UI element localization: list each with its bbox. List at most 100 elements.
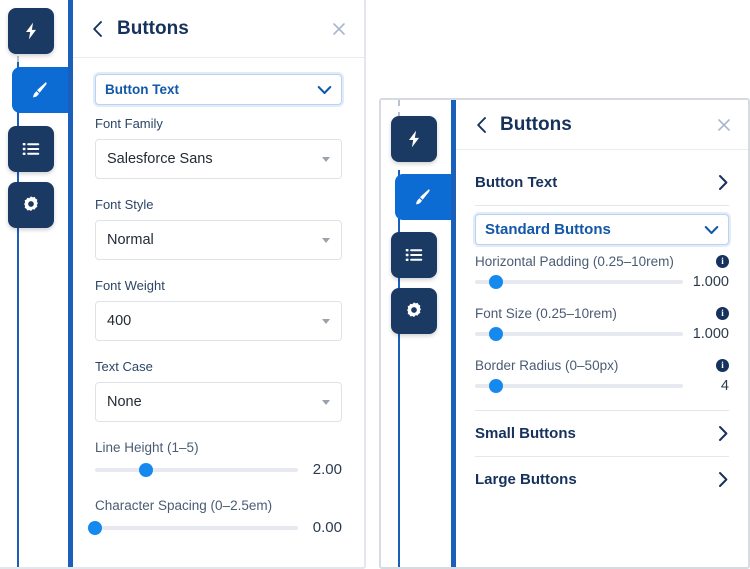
slider-thumb[interactable] (138, 462, 153, 477)
panel-header: Buttons (73, 0, 364, 58)
font-size-slider[interactable] (475, 327, 683, 341)
slider-track (475, 384, 683, 388)
field-text-case: Text Case None (95, 359, 342, 422)
border-radius-slider[interactable] (475, 379, 683, 393)
list-icon (22, 143, 40, 155)
chevron-right-icon (718, 174, 729, 191)
slider-font-size: Font Size (0.25–10rem) i 1.000 (475, 306, 729, 342)
lightning-bolt-icon (26, 22, 36, 40)
info-icon[interactable]: i (716, 307, 729, 320)
lightning-bolt-icon (409, 130, 419, 148)
field-font-family: Font Family Salesforce Sans (95, 116, 342, 179)
caret-down-icon (322, 156, 330, 162)
slider-thumb[interactable] (88, 520, 102, 535)
chevron-down-icon (704, 225, 719, 235)
close-button[interactable] (714, 117, 734, 133)
back-button[interactable] (472, 116, 492, 134)
field-label: Font Family (95, 116, 163, 131)
accordion-small-buttons[interactable]: Small Buttons (475, 411, 729, 456)
gear-icon (407, 302, 421, 318)
slider-track (475, 332, 683, 336)
panel-body: Button Text Font Family Salesforce Sans (73, 58, 364, 567)
panel-header: Buttons (456, 100, 748, 150)
slider-label: Line Height (1–5) (95, 440, 199, 455)
rail-item-lightning[interactable] (8, 8, 54, 54)
accordion-label: Small Buttons (475, 425, 576, 442)
slider-value: 1.000 (692, 326, 729, 342)
rail-item-settings[interactable] (391, 288, 437, 334)
accordion-button-text[interactable]: Button Text (475, 160, 729, 205)
slider-thumb[interactable] (488, 327, 503, 341)
rail-item-theme[interactable] (12, 67, 68, 113)
font-family-select[interactable]: Salesforce Sans (95, 139, 342, 179)
slider-label: Character Spacing (0–2.5em) (95, 498, 273, 513)
accordion-label: Button Text (475, 174, 558, 191)
slider-label: Horizontal Padding (0.25–10rem) (475, 254, 674, 269)
slider-track (95, 525, 298, 530)
theme-panel-left: Buttons Button Text Font Family Salesfor… (0, 0, 366, 569)
rail-item-settings[interactable] (8, 182, 54, 228)
character-spacing-slider[interactable] (88, 520, 298, 535)
font-style-select[interactable]: Normal (95, 220, 342, 260)
horizontal-padding-slider[interactable] (475, 275, 683, 289)
slider-border-radius: Border Radius (0–50px) i 4 (475, 358, 729, 394)
close-icon (718, 118, 730, 131)
select-value: Normal (107, 232, 154, 248)
slider-track (95, 467, 298, 472)
close-icon (333, 22, 345, 35)
left-icon-rail (381, 100, 451, 567)
accordion-large-buttons[interactable]: Large Buttons (475, 457, 729, 502)
slider-label: Border Radius (0–50px) (475, 358, 619, 373)
slider-thumb[interactable] (488, 379, 503, 393)
page-title: Buttons (500, 113, 572, 135)
slider-line-height: Line Height (1–5) 2.00 (95, 440, 342, 478)
theme-panel-right: Buttons Button Text Standard Buttons Hor… (379, 98, 750, 569)
accordion-label: Standard Buttons (485, 221, 611, 238)
field-label: Font Style (95, 197, 154, 212)
accordion-button-text[interactable]: Button Text (95, 74, 342, 105)
panel-body: Button Text Standard Buttons Horizontal … (456, 150, 748, 567)
rail-item-components[interactable] (8, 126, 54, 172)
select-value: 400 (107, 313, 132, 329)
slider-value: 2.00 (312, 461, 342, 478)
rail-item-theme[interactable] (395, 174, 451, 220)
info-icon[interactable]: i (716, 255, 729, 268)
chevron-right-icon (718, 425, 729, 442)
chevron-right-icon (718, 471, 729, 488)
gear-icon (24, 196, 38, 212)
rail-item-lightning[interactable] (391, 116, 437, 162)
accordion-label: Button Text (105, 82, 179, 97)
slider-value: 4 (720, 378, 729, 394)
select-value: Salesforce Sans (107, 151, 213, 167)
caret-down-icon (322, 318, 330, 324)
list-icon (405, 249, 423, 261)
slider-label: Font Size (0.25–10rem) (475, 306, 617, 321)
close-button[interactable] (328, 21, 350, 37)
back-button[interactable] (87, 20, 109, 38)
info-icon[interactable]: i (716, 359, 729, 372)
caret-down-icon (322, 237, 330, 243)
paintbrush-icon (416, 189, 430, 205)
slider-track (475, 280, 683, 284)
accordion-label: Large Buttons (475, 471, 577, 488)
field-label: Text Case (95, 359, 153, 374)
chevron-down-icon (317, 85, 332, 95)
left-icon-rail (0, 0, 68, 567)
rail-item-components[interactable] (391, 232, 437, 278)
caret-down-icon (322, 399, 330, 405)
page-title: Buttons (117, 17, 189, 39)
paintbrush-icon (33, 82, 47, 98)
slider-character-spacing: Character Spacing (0–2.5em) 0.00 (88, 498, 342, 536)
slider-value: 0.00 (312, 519, 342, 536)
chevron-left-icon (477, 116, 486, 133)
accordion-standard-buttons[interactable]: Standard Buttons (475, 214, 729, 245)
font-weight-select[interactable]: 400 (95, 301, 342, 341)
slider-thumb[interactable] (488, 275, 503, 289)
slider-horizontal-padding: Horizontal Padding (0.25–10rem) i 1.000 (475, 254, 729, 290)
slider-value: 1.000 (692, 274, 729, 290)
field-font-style: Font Style Normal (95, 197, 342, 260)
row-divider (475, 205, 729, 206)
line-height-slider[interactable] (95, 462, 298, 477)
field-font-weight: Font Weight 400 (95, 278, 342, 341)
text-case-select[interactable]: None (95, 382, 342, 422)
